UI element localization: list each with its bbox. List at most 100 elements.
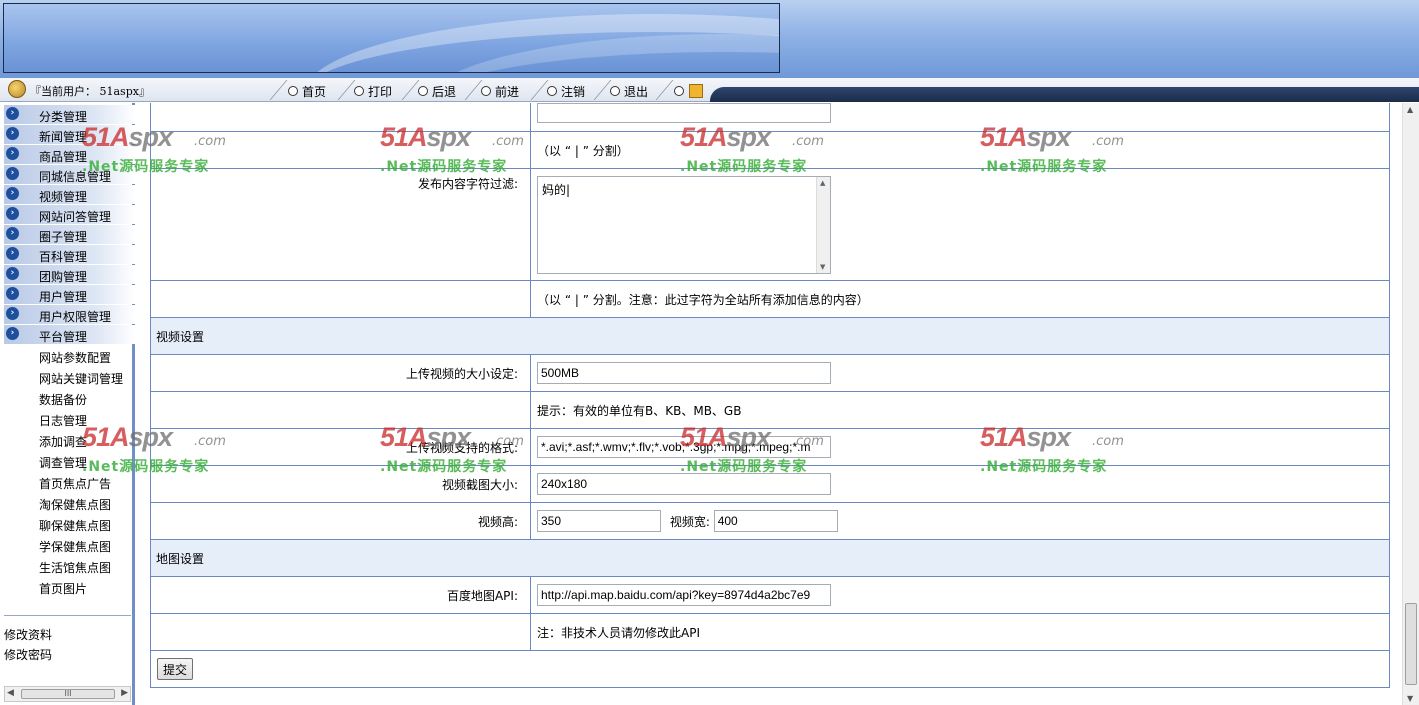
- submenu-item-logs[interactable]: 日志管理: [39, 412, 87, 429]
- video-size-input[interactable]: 500MB: [537, 362, 831, 384]
- sidebar-item-group-buy[interactable]: › 团购管理: [4, 265, 135, 284]
- submenu-item-keywords[interactable]: 网站关键词管理: [39, 370, 123, 387]
- sidebar-item-label: 商品管理: [39, 150, 88, 164]
- submenu-item-tao-focus[interactable]: 淘保健焦点图: [39, 496, 111, 513]
- forward-button[interactable]: 前进: [481, 83, 519, 101]
- table-row: （以 “ | ” 分割。注意：此过字符为全站所有添加信息的内容）: [150, 280, 1390, 318]
- chevron-right-icon: ›: [6, 287, 19, 300]
- chevron-right-icon: ›: [6, 267, 19, 280]
- video-height-input[interactable]: 350: [537, 510, 661, 532]
- edit-profile-link[interactable]: 修改资料: [4, 626, 52, 643]
- submenu-item-backup[interactable]: 数据备份: [39, 391, 87, 408]
- sidebar-item-label: 百科管理: [39, 250, 88, 264]
- submenu-item-surveys[interactable]: 调查管理: [39, 454, 87, 471]
- video-formats-input[interactable]: *.avi;*.asf;*.wmv;*.flv;*.vob;*.3gp;*.mp…: [537, 436, 831, 458]
- sidebar-item-circles[interactable]: › 圈子管理: [4, 225, 135, 244]
- chevron-right-icon: ›: [6, 247, 19, 260]
- sidebar-item-label: 用户权限管理: [39, 310, 112, 324]
- print-button[interactable]: 打印: [354, 83, 392, 101]
- scrollbar-thumb[interactable]: [1405, 603, 1417, 685]
- table-row: 上传视频的大小设定: 500MB: [150, 354, 1390, 392]
- textarea-scrollbar[interactable]: ▲ ▼: [816, 176, 830, 273]
- home-button[interactable]: 首页: [288, 83, 326, 101]
- sidebar-item-news[interactable]: › 新闻管理: [4, 125, 135, 144]
- submenu-item-life-focus[interactable]: 生活馆焦点图: [39, 559, 111, 576]
- scroll-up-icon[interactable]: ▲: [1407, 105, 1413, 114]
- filter-hint: （以 “ | ” 分割。注意：此过字符为全站所有添加信息的内容）: [537, 292, 869, 307]
- video-width-label: 视频宽:: [669, 514, 710, 529]
- form-value-cell: 注：非技术人员请勿修改此API: [530, 613, 1390, 651]
- toolbar-extra-button[interactable]: [674, 83, 688, 101]
- video-size-label: 上传视频的大小设定:: [150, 354, 531, 392]
- sidebar-item-local-info[interactable]: › 同城信息管理: [4, 165, 135, 184]
- sidebar-item-platform[interactable]: › 平台管理: [4, 325, 135, 344]
- map-api-label: 百度地图API:: [150, 576, 531, 614]
- header-banner: [0, 0, 1419, 78]
- submenu-item-home-ads[interactable]: 首页焦点广告: [39, 475, 111, 492]
- video-height-label: 视频高:: [150, 502, 531, 540]
- chevron-right-icon: ›: [6, 327, 19, 340]
- form-value-cell: [530, 103, 1390, 132]
- thumb-size-input[interactable]: 240x180: [537, 473, 831, 495]
- submenu-item-learn-focus[interactable]: 学保健焦点图: [39, 538, 111, 555]
- change-password-link[interactable]: 修改密码: [4, 646, 52, 663]
- sidebar-item-products[interactable]: › 商品管理: [4, 145, 135, 164]
- form-actions-cell: 提交: [150, 650, 1390, 688]
- submenu-item-chat-focus[interactable]: 聊保健焦点图: [39, 517, 111, 534]
- video-formats-label: 上传视频支持的格式:: [150, 428, 531, 466]
- scroll-right-icon[interactable]: ▶: [121, 688, 128, 698]
- submenu-item-home-images[interactable]: 首页图片: [39, 580, 87, 597]
- table-row: 注：非技术人员请勿修改此API: [150, 613, 1390, 651]
- sidebar-item-permissions[interactable]: › 用户权限管理: [4, 305, 135, 324]
- scroll-left-icon[interactable]: ◀: [7, 688, 14, 698]
- logout-button[interactable]: 注销: [547, 83, 585, 101]
- page-vertical-scrollbar[interactable]: ▲ ▼: [1402, 103, 1419, 705]
- scroll-down-icon[interactable]: ▼: [1407, 694, 1413, 703]
- form-value-cell: 妈的| ▲ ▼: [530, 168, 1390, 281]
- banner-image: [3, 3, 780, 73]
- scroll-down-icon[interactable]: ▼: [820, 263, 825, 271]
- submit-button[interactable]: 提交: [157, 658, 194, 680]
- filter-label: 发布内容字符过滤:: [150, 168, 531, 281]
- chevron-right-icon: ›: [6, 187, 19, 200]
- sidebar: › 分类管理 › 新闻管理 › 商品管理 › 同城信息管理 › 视频管理 › 网站问答管理 …: [0, 103, 135, 705]
- sidebar-item-qa[interactable]: › 网站问答管理: [4, 205, 135, 224]
- sidebar-item-category[interactable]: › 分类管理: [4, 105, 135, 124]
- form-value-cell: 500MB: [530, 354, 1390, 392]
- text-input-partial[interactable]: [537, 103, 831, 123]
- table-row: 视频截图大小: 240x180: [150, 465, 1390, 503]
- current-user-label: 『当前用户： 51aspx』: [30, 85, 150, 98]
- form-label-cell: [150, 131, 531, 169]
- scroll-up-icon[interactable]: ▲: [820, 179, 825, 187]
- map-api-input[interactable]: http://api.map.baidu.com/api?key=8974d4a…: [537, 584, 831, 606]
- scrollbar-thumb[interactable]: III: [21, 689, 115, 699]
- sidebar-item-label: 同城信息管理: [39, 170, 112, 184]
- table-row: 百度地图API: http://api.map.baidu.com/api?ke…: [150, 576, 1390, 614]
- table-row: 提示：有效的单位有B、KB、MB、GB: [150, 391, 1390, 429]
- split-hint: （以 “ | ” 分割）: [537, 143, 629, 158]
- form-label-cell: [150, 103, 531, 132]
- chevron-right-icon: ›: [6, 107, 19, 120]
- sidebar-horizontal-scrollbar[interactable]: ◀ III ▶: [4, 686, 131, 702]
- sidebar-item-label: 用户管理: [39, 290, 88, 304]
- submenu-item-site-config[interactable]: 网站参数配置: [39, 349, 111, 366]
- toolbar-decor: [710, 87, 1419, 102]
- form-label-cell: [150, 613, 531, 651]
- toolbar: 『当前用户： 51aspx』 首页 打印 后退 前进 注销 退出: [0, 78, 1419, 102]
- sidebar-divider: [4, 615, 131, 616]
- sidebar-item-video[interactable]: › 视频管理: [4, 185, 135, 204]
- sidebar-item-label: 分类管理: [39, 110, 88, 124]
- thumb-size-label: 视频截图大小:: [150, 465, 531, 503]
- sidebar-item-wiki[interactable]: › 百科管理: [4, 245, 135, 264]
- form-value-cell: （以 “ | ” 分割）: [530, 131, 1390, 169]
- chevron-right-icon: ›: [6, 167, 19, 180]
- video-width-input[interactable]: 400: [713, 510, 838, 532]
- home-icon[interactable]: [689, 84, 703, 98]
- back-button[interactable]: 后退: [418, 83, 456, 101]
- submenu-item-add-survey[interactable]: 添加调查: [39, 433, 87, 450]
- sidebar-item-label: 视频管理: [39, 190, 88, 204]
- exit-button[interactable]: 退出: [610, 83, 648, 101]
- content-filter-textarea[interactable]: 妈的| ▲ ▼: [537, 175, 831, 274]
- sidebar-item-users[interactable]: › 用户管理: [4, 285, 135, 304]
- form-label-cell: [150, 391, 531, 429]
